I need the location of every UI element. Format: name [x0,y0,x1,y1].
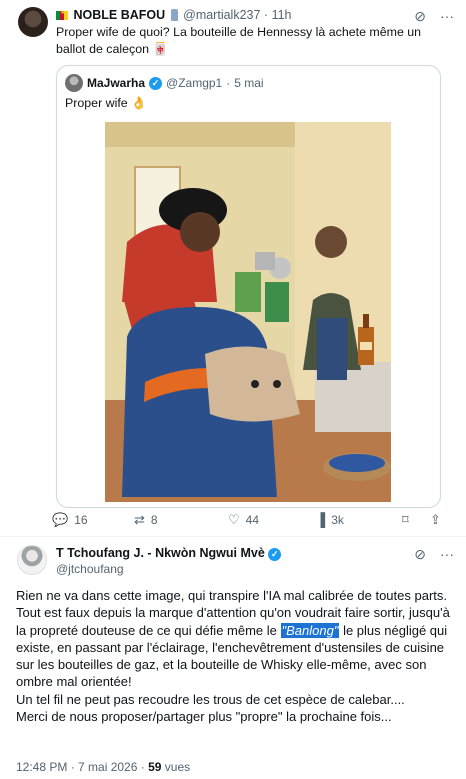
quote-timestamp[interactable]: 5 mai [234,76,263,90]
timestamp[interactable]: 12:48 PM · 7 mai 2026 · [16,760,148,774]
quote-avatar[interactable] [65,74,83,92]
tweet-stats: 💬 16 ⇄ 8 ♡ 44 ▐ 3k ⌑ ⇪ [52,512,452,530]
quote-text: Proper wife 👌 [65,96,147,110]
views-count: 3k [331,512,344,527]
views-label: vues [161,760,191,774]
quote-author-handle[interactable]: @Zamgp1 [166,76,222,90]
views-count: 59 [148,760,162,774]
paragraph: Un tel fil ne peut pas recoudre les trou… [16,691,405,707]
highlighted-text: "Banlong" [280,622,340,638]
retweet-icon: ⇄ [134,512,145,527]
tweet-header: T Tchoufang J. - Nkwòn Ngwui Mvè ✓ [56,546,282,561]
author-handle[interactable]: @martialk237 [183,8,260,22]
retweet-count: 8 [150,513,158,527]
tweet-body: Rien ne va dans cette image, qui transpi… [16,587,456,725]
more-icon[interactable]: ··· [440,8,454,25]
paragraph: Rien ne va dans cette image, qui transpi… [16,588,447,603]
reply-count: 16 [74,513,88,527]
tweet-meta: 12:48 PM · 7 mai 2026 · 59 vues [16,760,190,774]
bookmark-action[interactable]: ⌑ [402,512,409,528]
divider [0,536,466,537]
author-name[interactable]: T Tchoufang J. - Nkwòn Ngwui Mvè [56,546,265,560]
timestamp[interactable]: 11h [272,8,292,22]
bookmark-icon: ⌑ [402,512,409,527]
like-action[interactable]: ♡ 44 [228,512,259,528]
separator-dot: · [263,8,269,22]
avatar[interactable] [18,7,48,37]
share-action[interactable]: ⇪ [430,512,441,528]
tweet-actions-top: ⊘ ··· [414,8,454,25]
tweet-noble-bafou[interactable]: NOBLE BAFOU @martialk237 · 11h ⊘ ··· Pro… [0,0,466,533]
quoted-tweet[interactable]: MaJwarha ✓ @Zamgp1 · 5 mai Proper wife 👌 [56,65,441,508]
more-icon[interactable]: ··· [440,546,454,563]
tweet-text: Proper wife de quoi? La bouteille de Hen… [56,25,422,56]
tweet-photo[interactable] [105,122,391,502]
quote-header: MaJwarha ✓ @Zamgp1 · 5 mai [65,74,264,92]
photo-illustration [105,122,391,502]
views-icon: ▐ [316,512,326,527]
views-action[interactable]: ▐ 3k [316,512,344,527]
share-icon: ⇪ [430,512,441,527]
separator-dot: · [226,76,231,90]
reply-icon: 💬 [52,512,69,527]
verified-icon: ✓ [268,548,282,561]
quote-author-name[interactable]: MaJwarha [87,76,145,90]
author-name[interactable]: NOBLE BAFOU [73,8,165,22]
like-icon: ♡ [228,512,240,527]
grok-icon[interactable]: ⊘ [414,546,426,563]
tweet-actions-top: ⊘ ··· [414,546,454,563]
author-handle[interactable]: @jtchoufang [56,562,124,576]
bottle-icon [170,9,178,21]
grok-icon[interactable]: ⊘ [414,8,426,25]
reply-action[interactable]: 💬 16 [52,512,88,528]
paragraph: Tout est faux depuis la marque d'attenti… [16,604,456,690]
retweet-action[interactable]: ⇄ 8 [134,512,158,528]
cameroon-flag-icon [56,9,68,20]
avatar[interactable] [17,545,47,575]
paragraph: Merci de nous proposer/partager plus "pr… [16,709,392,725]
verified-icon: ✓ [149,76,163,90]
like-count: 44 [245,513,260,527]
